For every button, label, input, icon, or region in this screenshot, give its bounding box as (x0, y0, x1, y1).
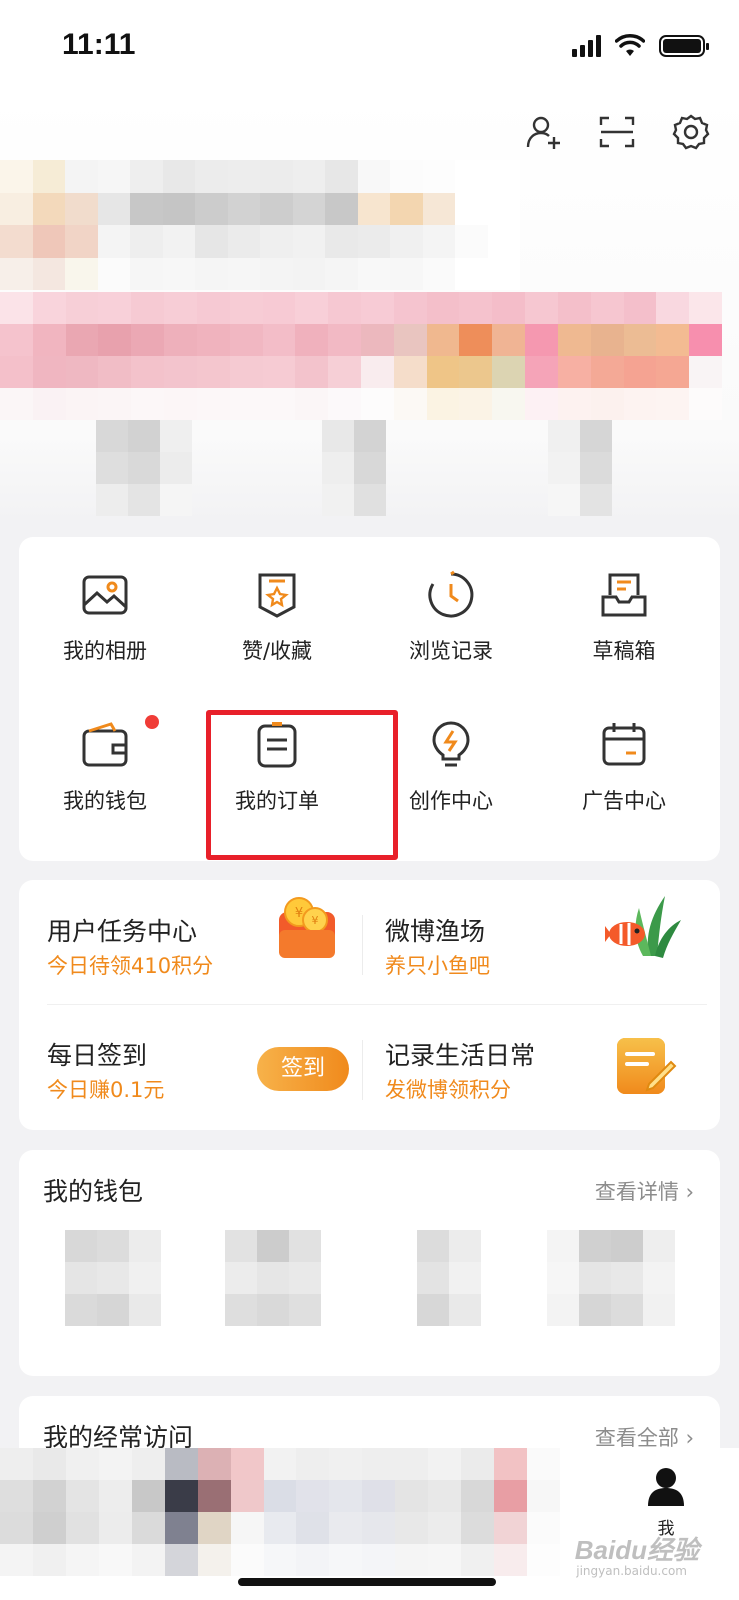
shortcut-label: 广告中心 (582, 789, 666, 813)
shortcut-photo-album[interactable]: 我的相册 (25, 569, 185, 689)
blurred-stats-2 (322, 420, 386, 516)
record-life[interactable]: 记录生活日常 发微博领积分 (357, 1004, 697, 1124)
shortcut-ad-center[interactable]: 广告中心 (544, 719, 704, 839)
baidu-watermark: Baidu经验 (574, 1535, 699, 1565)
link-label: 查看全部 (594, 1426, 679, 1450)
shortcut-favorites[interactable]: 赞/收藏 (197, 569, 357, 689)
battery-icon (659, 35, 709, 57)
shortcut-wallet[interactable]: 我的钱包 (25, 715, 185, 839)
home-indicator[interactable] (238, 1578, 496, 1586)
blurred-tab-items (0, 1448, 560, 1576)
shortcut-label: 赞/收藏 (241, 639, 313, 663)
task-subtitle: 今日赚0.1元 (47, 1078, 165, 1102)
blurred-profile-info (0, 160, 520, 290)
shortcut-history[interactable]: 浏览记录 (371, 569, 531, 689)
status-time: 11:11 (62, 28, 136, 61)
user-task-center[interactable]: 用户任务中心 今日待领410积分 ¥ ¥ (19, 880, 359, 1000)
wallet-icon (82, 722, 128, 767)
task-subtitle: 今日待领410积分 (47, 954, 214, 978)
task-subtitle: 发微博领积分 (385, 1078, 511, 1102)
blurred-wallet-2 (225, 1230, 321, 1326)
task-title: 微博渔场 (385, 917, 486, 946)
blurred-wallet-1 (65, 1230, 161, 1326)
task-title: 记录生活日常 (385, 1041, 536, 1070)
task-title: 每日签到 (47, 1041, 148, 1070)
profile-person-icon (648, 1468, 684, 1506)
blurred-wallet-4 (547, 1230, 675, 1326)
blurred-stats-3 (548, 420, 612, 516)
wifi-icon (615, 34, 645, 56)
wallet-title: 我的钱包 (43, 1177, 144, 1206)
notification-dot (145, 715, 159, 729)
favorite-star-icon (258, 573, 296, 618)
shortcut-drafts[interactable]: 草稿箱 (544, 569, 704, 689)
weibo-fishery[interactable]: 微博渔场 养只小鱼吧 (357, 880, 697, 1000)
shortcut-label: 浏览记录 (409, 639, 493, 663)
settings-gear-icon[interactable] (671, 112, 711, 152)
task-title: 用户任务中心 (47, 917, 198, 946)
shortcut-label: 我的相册 (63, 639, 147, 663)
coin-purse-icon: ¥ ¥ (279, 897, 335, 958)
lightbulb-icon (432, 721, 470, 767)
draft-box-icon (601, 573, 647, 617)
link-label: 查看详情 (594, 1180, 679, 1204)
highlight-box (206, 710, 398, 860)
blurred-banner (0, 292, 722, 420)
signal-icon (572, 35, 601, 57)
status-bar: 11:11 (0, 0, 739, 92)
tasks-card: 用户任务中心 今日待领410积分 ¥ ¥ 微博渔场 养只小鱼吧 每日签到 今日赚… (19, 880, 720, 1130)
history-clock-icon (428, 570, 474, 618)
note-pencil-icon (617, 1038, 677, 1094)
task-subtitle: 养只小鱼吧 (385, 954, 490, 978)
scan-icon[interactable] (597, 112, 637, 152)
wallet-card: 我的钱包 查看详情 › (19, 1150, 720, 1376)
header-actions (523, 112, 711, 152)
add-friend-icon[interactable] (523, 112, 563, 152)
tab-me[interactable]: 我 (644, 1466, 688, 1539)
photo-album-icon (82, 575, 128, 615)
svg-text:¥: ¥ (312, 914, 319, 927)
fish-plant-icon (605, 896, 681, 958)
shortcut-label: 草稿箱 (592, 639, 656, 663)
checkin-button[interactable]: 签到 (257, 1047, 349, 1091)
baidu-watermark-url: jingyan.baidu.com (576, 1564, 687, 1578)
status-icons (572, 34, 709, 58)
shortcut-label: 我的钱包 (63, 789, 147, 813)
svg-text:¥: ¥ (295, 906, 303, 921)
blurred-wallet-3 (417, 1230, 481, 1326)
calendar-icon (602, 723, 646, 766)
wallet-details-link[interactable]: 查看详情 › (595, 1176, 694, 1206)
blurred-stats-1 (96, 420, 192, 516)
